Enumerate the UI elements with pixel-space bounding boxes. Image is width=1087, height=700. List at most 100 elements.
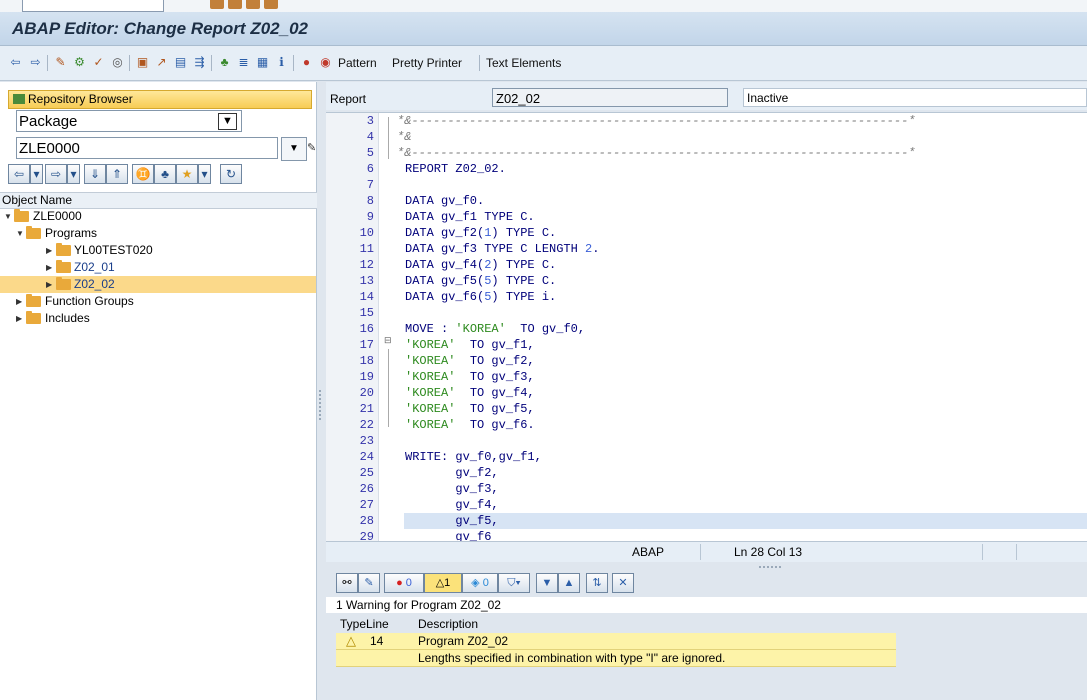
- line-number: 13: [359, 274, 374, 288]
- code-line[interactable]: DATA gv_f2(1) TYPE C.: [405, 225, 556, 241]
- expand-icon[interactable]: ⇑: [106, 164, 128, 184]
- warnings-filter-button[interactable]: △1: [424, 573, 462, 593]
- code-line[interactable]: DATA gv_f4(2) TYPE C.: [405, 257, 556, 273]
- display-object-list-icon[interactable]: ⇶: [192, 55, 207, 70]
- code-line[interactable]: WRITE: gv_f0,gv_f1,: [405, 449, 542, 465]
- back-arrow-icon[interactable]: ⇦: [8, 55, 23, 70]
- binoculars-icon[interactable]: ♊: [132, 164, 154, 184]
- messages-panel: ⚯ ✎ ● 0 △1 ◈ 0 ⛉▾ ▼ ▲ ⇅ ✕ 1 Warning for …: [326, 563, 1087, 700]
- expand-icon[interactable]: ⚯: [336, 573, 358, 593]
- code-line[interactable]: DATA gv_f5(5) TYPE C.: [405, 273, 556, 289]
- errors-filter-button[interactable]: ● 0: [384, 573, 424, 593]
- exit-icon[interactable]: [246, 0, 260, 9]
- code-line[interactable]: 'KOREA' TO gv_f1,: [405, 337, 535, 353]
- forward-arrow-icon[interactable]: ⇨: [28, 55, 43, 70]
- session-breakpoint-icon[interactable]: ◉: [318, 55, 333, 70]
- tree-node-program[interactable]: ▶ YL00TEST020: [0, 242, 316, 259]
- fold-collapse-icon[interactable]: ⊟: [384, 335, 392, 346]
- inactive-objects-icon[interactable]: ≣: [236, 55, 251, 70]
- line-number: 8: [366, 194, 374, 208]
- code-line[interactable]: gv_f5,: [405, 513, 498, 529]
- repository-browser-button[interactable]: Repository Browser: [8, 90, 312, 109]
- report-label: Report: [330, 92, 367, 106]
- display-icon[interactable]: ✎: [307, 137, 316, 159]
- language-indicator: ABAP: [632, 545, 665, 559]
- dropdown-icon[interactable]: ▼: [281, 137, 307, 161]
- breakpoint-icon[interactable]: ●: [299, 55, 314, 70]
- back-icon[interactable]: [228, 0, 242, 9]
- code-line[interactable]: gv_f2,: [405, 465, 498, 481]
- sort-icon[interactable]: ⇅: [586, 573, 608, 593]
- info-icon[interactable]: ℹ: [274, 55, 289, 70]
- code-line[interactable]: MOVE : 'KOREA' TO gv_f0,: [405, 321, 585, 337]
- refresh-icon[interactable]: ↻: [220, 164, 242, 184]
- pane-splitter[interactable]: [317, 82, 325, 700]
- code-line[interactable]: DATA gv_f6(5) TYPE i.: [405, 289, 556, 305]
- code-line[interactable]: 'KOREA' TO gv_f6.: [405, 417, 535, 433]
- line-number: 18: [359, 354, 374, 368]
- pattern-button[interactable]: Pattern: [338, 56, 377, 70]
- code-line[interactable]: *&--------------------------------------…: [397, 145, 915, 161]
- scroll-up-icon[interactable]: ▲: [558, 573, 580, 593]
- activate-icon[interactable]: ◎: [110, 55, 125, 70]
- check-icon[interactable]: ✓: [91, 55, 106, 70]
- code-line[interactable]: DATA gv_f3 TYPE C LENGTH 2.: [405, 241, 599, 257]
- code-line[interactable]: 'KOREA' TO gv_f2,: [405, 353, 535, 369]
- info-filter-button[interactable]: ◈ 0: [462, 573, 498, 593]
- chevron-down-icon[interactable]: ▼: [218, 113, 237, 130]
- dropdown-icon[interactable]: ▾: [67, 164, 80, 184]
- line-number: 24: [359, 450, 374, 464]
- code-line[interactable]: *&: [397, 129, 411, 145]
- command-field[interactable]: [22, 0, 164, 12]
- save-icon[interactable]: [210, 0, 224, 9]
- tree-node-function-groups[interactable]: ▶ Function Groups: [0, 293, 316, 310]
- resize-grip[interactable]: [759, 566, 781, 570]
- table-row[interactable]: Lengths specified in combination with ty…: [336, 650, 896, 667]
- hierarchy-icon[interactable]: ♣: [154, 164, 176, 184]
- line-number: 22: [359, 418, 374, 432]
- collapse-icon[interactable]: ⇓: [84, 164, 106, 184]
- text-elements-button[interactable]: Text Elements: [486, 56, 561, 70]
- pretty-printer-button[interactable]: Pretty Printer: [392, 56, 462, 70]
- object-list-icon[interactable]: ▤: [173, 55, 188, 70]
- code-line[interactable]: 'KOREA' TO gv_f4,: [405, 385, 535, 401]
- back-arrow-icon[interactable]: ⇦: [8, 164, 30, 184]
- table-row[interactable]: △ 14 Program Z02_02: [336, 633, 896, 650]
- browser-navigation-toolbar: ⇦ ▾ ⇨ ▾ ⇓ ⇑ ♊ ♣ ★ ▾ ↻: [8, 164, 308, 186]
- code-line[interactable]: 'KOREA' TO gv_f5,: [405, 401, 535, 417]
- code-line[interactable]: gv_f3,: [405, 481, 498, 497]
- code-line[interactable]: REPORT Z02_02.: [405, 161, 506, 177]
- code-line[interactable]: gv_f4,: [405, 497, 498, 513]
- scroll-down-icon[interactable]: ▼: [536, 573, 558, 593]
- favorites-icon[interactable]: ★: [176, 164, 198, 184]
- where-used-icon[interactable]: ↗: [154, 55, 169, 70]
- splitter-grip[interactable]: [319, 390, 324, 420]
- code-line[interactable]: DATA gv_f1 TYPE C.: [405, 209, 535, 225]
- package-input[interactable]: ZLE0000: [16, 137, 278, 159]
- tree-node-includes[interactable]: ▶ Includes: [0, 310, 316, 327]
- cancel-icon[interactable]: [264, 0, 278, 9]
- test-icon[interactable]: ▣: [135, 55, 150, 70]
- line-number-gutter: 3 4 5 6 7 8 9 10 11 12 13 14 15 16 17 18 19 20 21 22 23 24 25 2…: [326, 113, 379, 541]
- code-line[interactable]: gv_f6: [405, 529, 491, 541]
- other-object-icon[interactable]: ⚙: [72, 55, 87, 70]
- close-icon[interactable]: ✕: [612, 573, 634, 593]
- hierarchy-icon[interactable]: ♣: [217, 55, 232, 70]
- code-editor[interactable]: 3 4 5 6 7 8 9 10 11 12 13 14 15 16 17 18 19 20 21 22 23 24 25 2…: [326, 112, 1087, 541]
- dropdown-icon[interactable]: ▾: [198, 164, 211, 184]
- forward-arrow-icon[interactable]: ⇨: [45, 164, 67, 184]
- tree-node-program-selected[interactable]: ▶ Z02_02: [0, 276, 316, 293]
- code-line[interactable]: DATA gv_f0.: [405, 193, 484, 209]
- edit-icon[interactable]: ✎: [358, 573, 380, 593]
- code-line[interactable]: *&--------------------------------------…: [397, 113, 915, 129]
- repository-browser-pane: Repository Browser Package ▼ ZLE0000 ▼ ✎ …: [0, 82, 318, 700]
- tree-node-program[interactable]: ▶ Z02_01: [0, 259, 316, 276]
- object-type-select[interactable]: Package ▼: [16, 110, 242, 132]
- code-line[interactable]: 'KOREA' TO gv_f3,: [405, 369, 535, 385]
- filter-icon[interactable]: ⛉▾: [498, 573, 530, 593]
- dropdown-icon[interactable]: ▾: [30, 164, 43, 184]
- tree-node-package[interactable]: ▼ ZLE0000: [0, 208, 316, 225]
- fullscreen-icon[interactable]: ▦: [255, 55, 270, 70]
- display-change-icon[interactable]: ✎: [53, 55, 68, 70]
- tree-node-programs[interactable]: ▼ Programs: [0, 225, 316, 242]
